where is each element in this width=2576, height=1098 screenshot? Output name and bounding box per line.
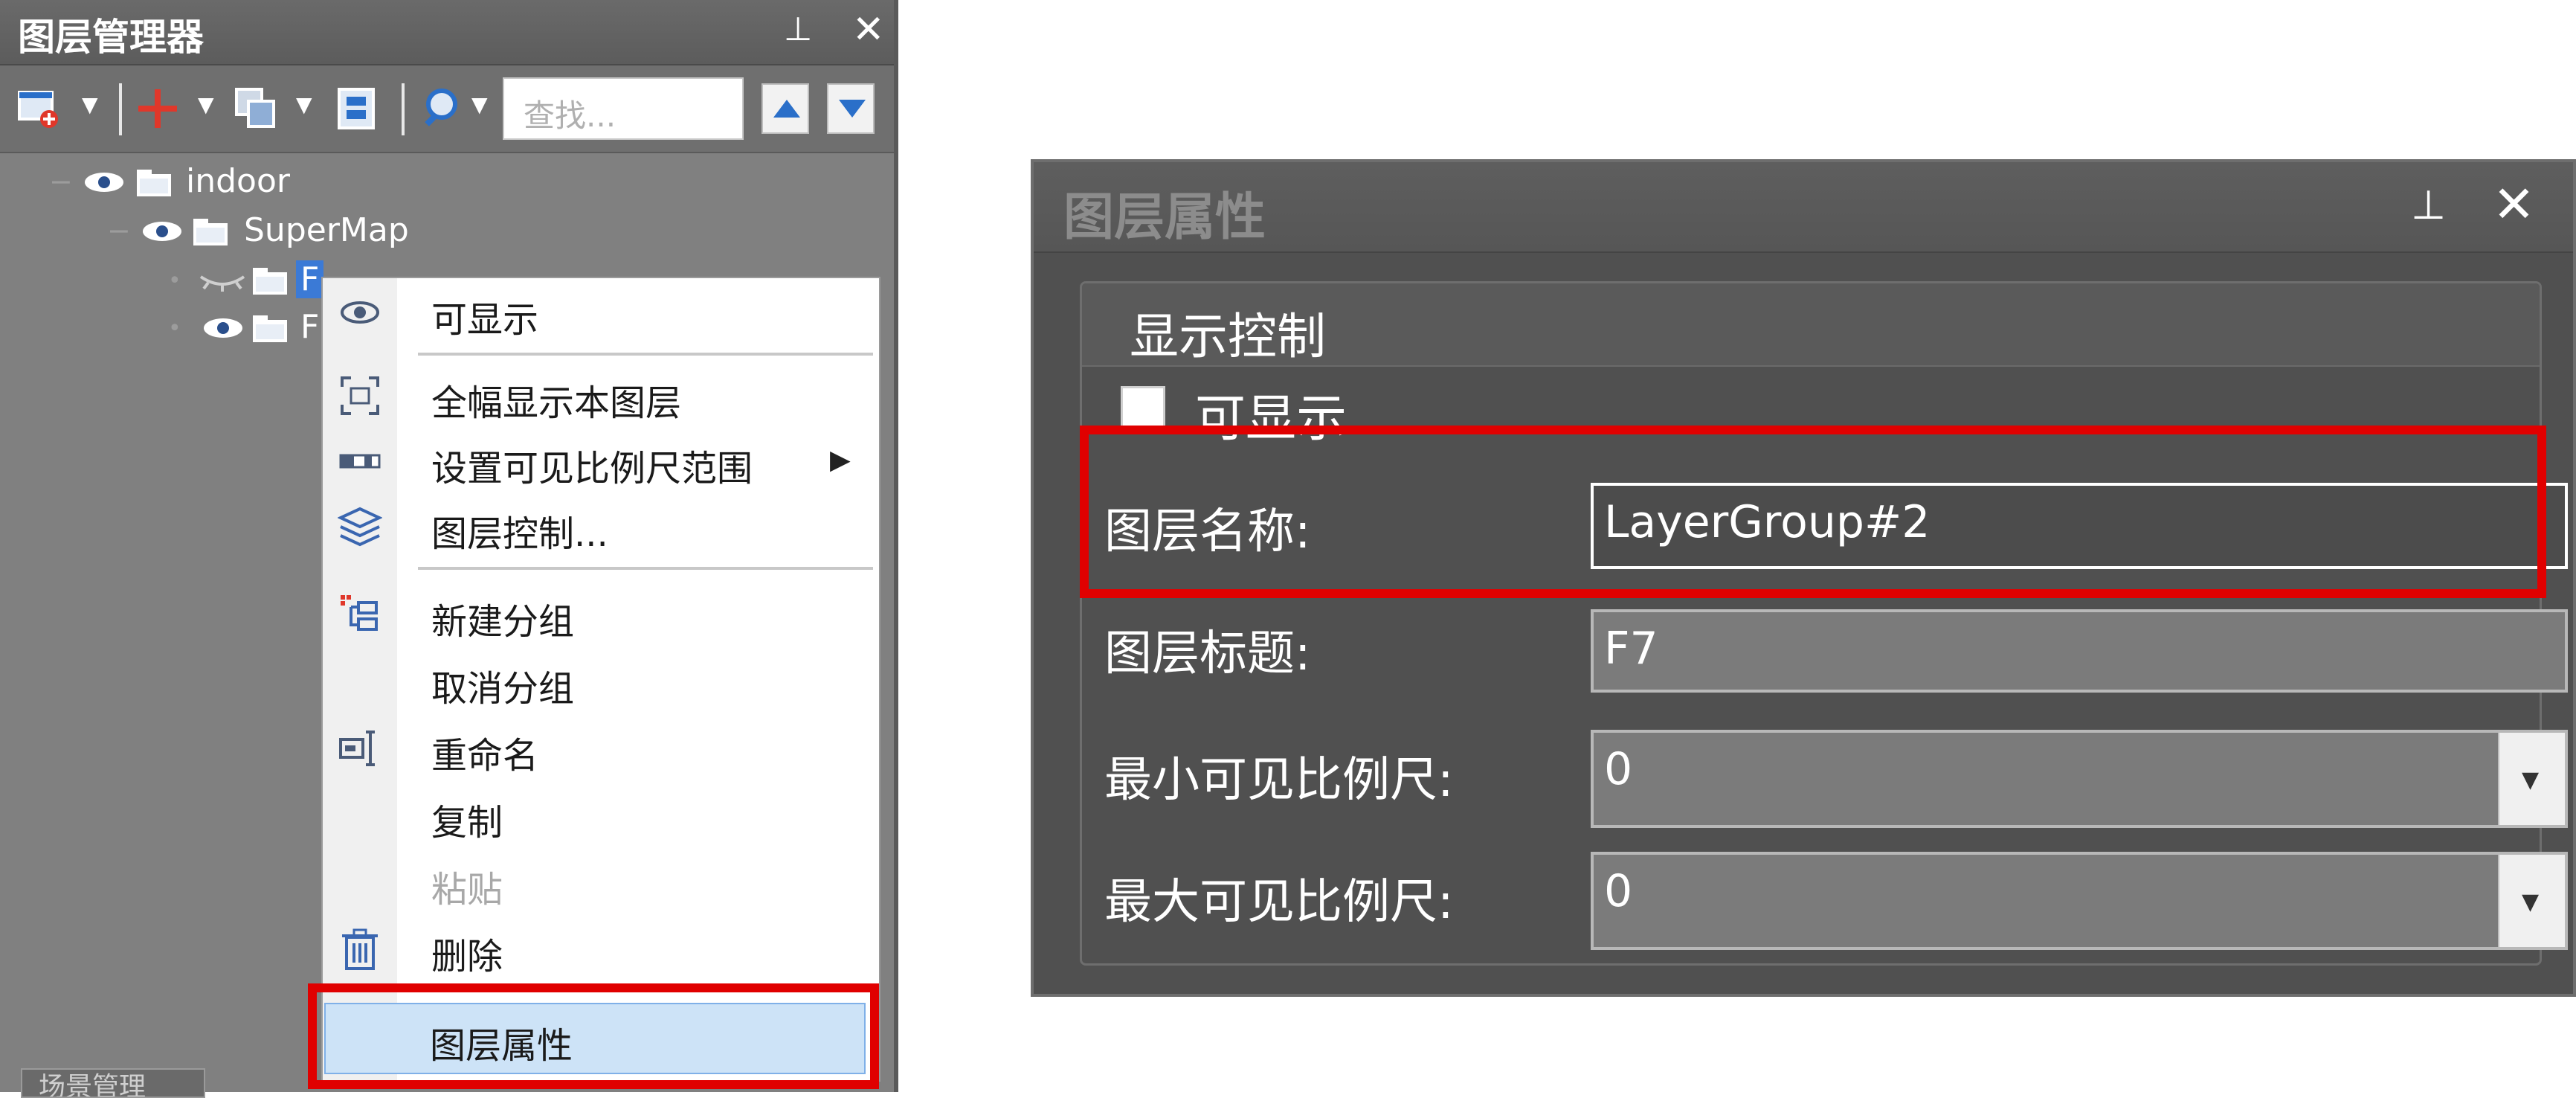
- display-control-title: 显示控制: [1130, 308, 1326, 365]
- move-up-button[interactable]: [761, 83, 809, 134]
- menu-item-copy[interactable]: 复制: [323, 784, 879, 848]
- toolbar-separator: [119, 83, 122, 135]
- tree-node-indoor[interactable]: − indoor: [49, 162, 347, 204]
- min-scale-value: 0: [1604, 743, 1633, 795]
- arrow-up-icon: [773, 100, 800, 118]
- menu-item-visible-scale-range[interactable]: 设置可见比例尺范围 ▶: [323, 430, 879, 494]
- menu-item-label: 设置可见比例尺范围: [431, 448, 753, 489]
- pin-icon[interactable]: ⊥: [784, 10, 812, 48]
- search-input[interactable]: 查找...: [503, 77, 744, 140]
- menu-item-ungroup[interactable]: 取消分组: [323, 650, 879, 714]
- min-scale-dropdown-button[interactable]: ▼: [2498, 733, 2565, 825]
- max-scale-combobox[interactable]: 0 ▼: [1591, 852, 2568, 950]
- display-control-header: 显示控制: [1082, 283, 2540, 367]
- layer-manager-toolbar: ▼ ▼ ▼ ▼ 查找...: [0, 65, 894, 153]
- layer-snapshot-icon[interactable]: [333, 85, 381, 132]
- display-control-group: 显示控制 可显示 图层名称: LayerGroup#2 图层标题: F7 最小可…: [1080, 281, 2568, 966]
- collapse-icon[interactable]: −: [107, 214, 131, 247]
- tree-node-label: F: [300, 308, 320, 346]
- folder-icon: [137, 170, 171, 196]
- menu-item-visible[interactable]: 可显示: [323, 281, 879, 345]
- min-scale-label: 最小可见比例尺:: [1104, 753, 1454, 808]
- folder-icon: [253, 315, 287, 342]
- arrow-down-icon: [839, 100, 866, 118]
- pin-icon[interactable]: ⊥: [2411, 182, 2446, 228]
- tree-node-label: indoor: [186, 162, 290, 200]
- fit-extent-icon: [341, 376, 379, 415]
- find-icon[interactable]: [419, 85, 467, 132]
- layer-manager-title: 图层管理器: [18, 16, 204, 59]
- scale-bar-icon: [339, 454, 381, 469]
- add-dropdown-icon[interactable]: ▼: [198, 92, 214, 117]
- eye-icon: [341, 301, 379, 324]
- folder-icon: [253, 268, 287, 295]
- max-scale-dropdown-button[interactable]: ▼: [2498, 855, 2565, 947]
- chevron-down-icon: ▼: [2522, 767, 2540, 793]
- new-group-icon: [341, 595, 378, 631]
- new-layer-dropdown-icon[interactable]: ▼: [82, 92, 98, 117]
- submenu-arrow-icon: ▶: [830, 445, 851, 475]
- menu-item-layer-control[interactable]: 图层控制...: [323, 495, 879, 559]
- eye-closed-icon[interactable]: [198, 269, 247, 292]
- menu-item-label: 复制: [431, 802, 503, 844]
- highlight-frame-layer-name: [1080, 426, 2546, 598]
- layers-icon: [338, 507, 382, 547]
- tree-node-supermap[interactable]: − SuperMap: [107, 211, 449, 253]
- menu-separator: [418, 567, 873, 570]
- add-icon[interactable]: [134, 85, 181, 132]
- tree-node-f-visible[interactable]: • F: [168, 308, 332, 350]
- folder-icon: [193, 219, 228, 245]
- layer-manager-titlebar: 图层管理器 ⊥ ✕: [0, 0, 894, 65]
- menu-item-label: 取消分组: [431, 668, 575, 710]
- visible-checkbox[interactable]: [1121, 386, 1165, 431]
- new-layer-icon[interactable]: [16, 85, 64, 132]
- highlight-frame-menu: [308, 983, 879, 1089]
- leaf-dot-icon: •: [168, 315, 181, 341]
- menu-item-label: 全幅显示本图层: [431, 382, 682, 424]
- eye-icon[interactable]: [83, 171, 125, 193]
- min-scale-combobox[interactable]: 0 ▼: [1591, 730, 2568, 828]
- find-dropdown-icon[interactable]: ▼: [471, 92, 488, 117]
- chevron-down-icon: ▼: [2522, 889, 2540, 915]
- context-menu: 可显示 全幅显示本图层 设置可见比例尺范围 ▶ 图层控制... 新建分组 取消分…: [321, 277, 880, 1082]
- menu-item-label: 可显示: [431, 299, 539, 341]
- tree-node-label: F: [296, 260, 324, 298]
- menu-item-rename[interactable]: 重命名: [323, 717, 879, 781]
- scene-manager-tab[interactable]: 场景管理: [21, 1068, 205, 1098]
- close-icon[interactable]: ✕: [2493, 176, 2535, 234]
- copy-layer-icon[interactable]: [232, 85, 280, 132]
- menu-item-label: 重命名: [431, 735, 539, 777]
- move-down-button[interactable]: [827, 83, 875, 134]
- trash-icon: [342, 928, 378, 970]
- menu-item-full-extent[interactable]: 全幅显示本图层: [323, 365, 879, 428]
- menu-separator: [418, 353, 873, 356]
- layer-caption-label: 图层标题:: [1104, 626, 1311, 681]
- leaf-dot-icon: •: [168, 268, 181, 294]
- menu-item-label: 新建分组: [431, 601, 575, 643]
- tree-node-f-hidden[interactable]: • F: [168, 260, 332, 302]
- menu-item-label: 删除: [431, 936, 503, 977]
- max-scale-value: 0: [1604, 865, 1633, 917]
- menu-item-label: 图层控制...: [431, 513, 608, 555]
- toolbar-separator: [402, 83, 405, 135]
- close-icon[interactable]: ✕: [852, 7, 885, 52]
- eye-icon[interactable]: [141, 220, 183, 243]
- menu-item-paste[interactable]: 粘贴: [323, 851, 879, 915]
- rename-icon: [339, 731, 375, 766]
- layer-caption-input[interactable]: F7: [1591, 609, 2568, 693]
- menu-item-new-group[interactable]: 新建分组: [323, 583, 879, 647]
- menu-item-delete[interactable]: 删除: [323, 918, 879, 982]
- eye-icon[interactable]: [202, 317, 244, 339]
- copy-dropdown-icon[interactable]: ▼: [296, 92, 312, 117]
- collapse-icon[interactable]: −: [49, 165, 73, 198]
- layer-properties-titlebar: 图层属性 ⊥ ✕: [1034, 162, 2573, 253]
- max-scale-label: 最大可见比例尺:: [1104, 875, 1454, 930]
- layer-properties-title: 图层属性: [1063, 188, 1266, 247]
- tree-node-label: SuperMap: [244, 211, 409, 249]
- menu-item-label: 粘贴: [431, 869, 503, 911]
